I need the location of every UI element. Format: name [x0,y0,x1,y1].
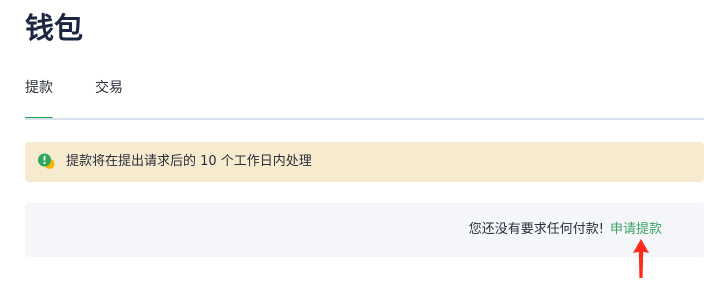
empty-state-text: 您还没有要求任何付款! [468,222,604,237]
tab-transactions[interactable]: 交易 [95,76,123,100]
tab-withdraw[interactable]: 提款 [25,76,53,100]
notice-text: 提款将在提出请求后的 10 个工作日内处理 [66,154,312,169]
alert-badge-icon [38,153,55,169]
tabs-divider [25,118,704,120]
processing-notice: 提款将在提出请求后的 10 个工作日内处理 [25,142,704,182]
wallet-page: 钱包 提款 交易 提款将在提出请求后的 10 个工作日内处理 您还没有要求任何付… [0,0,704,303]
request-withdrawal-link[interactable]: 申请提款 [610,222,662,237]
annotation-arrow-icon [633,239,649,278]
withdrawals-empty-panel: 您还没有要求任何付款! 申请提款 [25,203,704,257]
tab-bar: 提款 交易 [25,76,704,120]
page-title: 钱包 [25,11,84,45]
